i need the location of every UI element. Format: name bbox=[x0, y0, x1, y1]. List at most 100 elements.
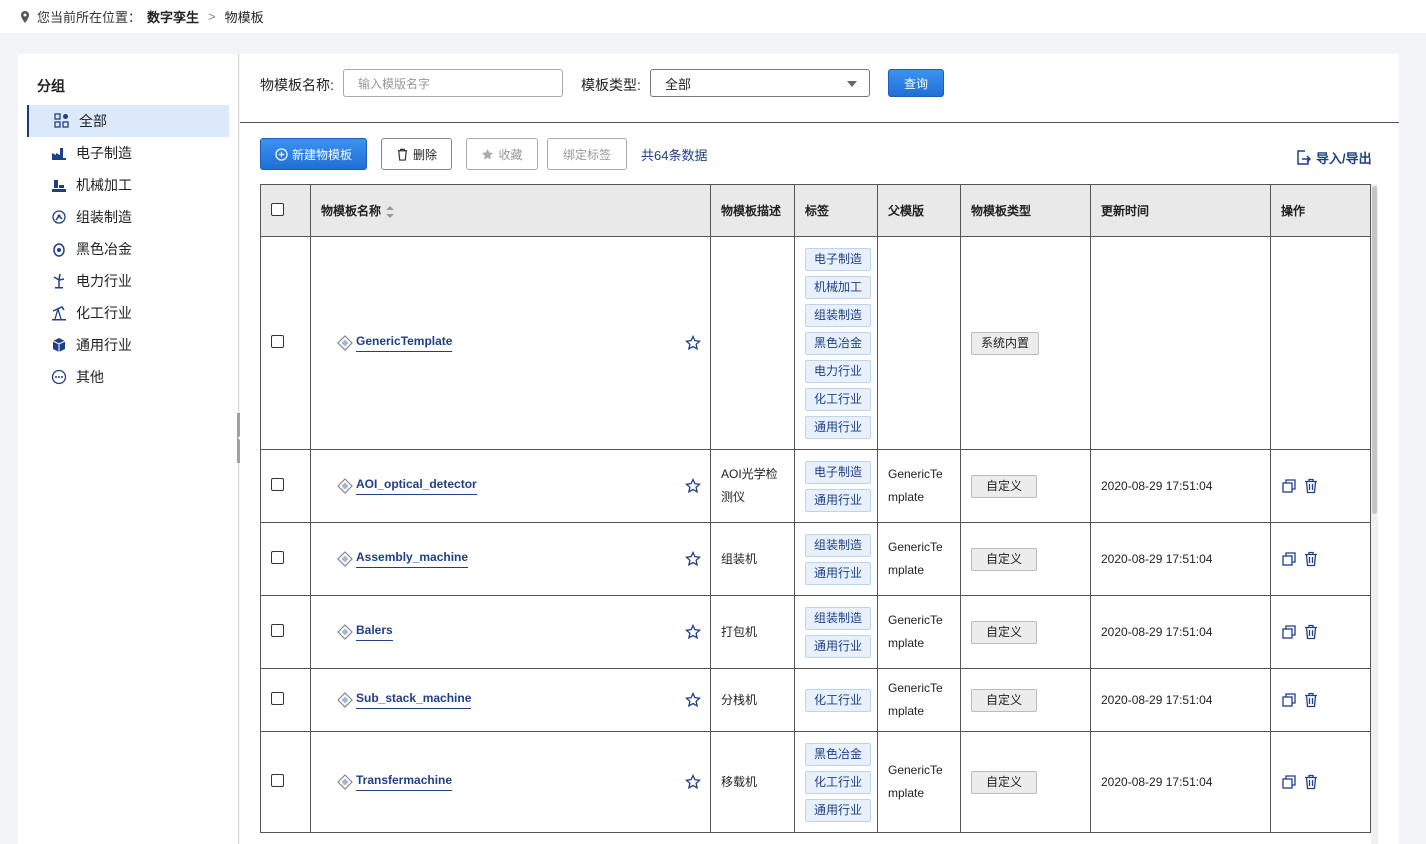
sidebar-title: 分组 bbox=[37, 78, 65, 94]
select-all-checkbox[interactable] bbox=[271, 202, 284, 216]
template-name-link[interactable]: Transfermachine bbox=[356, 773, 453, 791]
table-scrollbar[interactable] bbox=[1371, 184, 1378, 844]
copy-icon[interactable] bbox=[1281, 774, 1297, 790]
table-row[interactable]: AOI_optical_detector AOI光学检 测仪 电子制造 通用行业 G… bbox=[260, 449, 1371, 523]
type-badge: 系统内置 bbox=[971, 331, 1040, 355]
sidebar-item-label: 化工行业 bbox=[76, 305, 132, 321]
template-name-input[interactable]: 输入模版名字 bbox=[343, 69, 563, 97]
desc-cell bbox=[710, 236, 795, 450]
row-checkbox-cell bbox=[260, 522, 311, 596]
chevron-right-icon: > bbox=[208, 9, 216, 24]
tag-chip: 通用行业 bbox=[805, 415, 871, 439]
template-name-link[interactable]: Balers bbox=[356, 623, 393, 641]
star-filled-icon bbox=[482, 148, 494, 159]
new-template-button[interactable]: 新建物模板 bbox=[260, 138, 367, 170]
tag-chip: 化工行业 bbox=[805, 770, 871, 794]
desc-cell: 组装机 bbox=[710, 522, 795, 596]
time-cell: 2020-08-29 17:51:04 bbox=[1090, 522, 1271, 596]
sidebar-item-all[interactable]: 全部 bbox=[27, 105, 229, 137]
sidebar-item-metallurgy[interactable]: 黑色冶金 bbox=[18, 233, 239, 265]
row-checkbox[interactable] bbox=[271, 692, 284, 705]
sidebar-item-machining[interactable]: 机械加工 bbox=[18, 169, 239, 201]
sidebar-item-power[interactable]: 电力行业 bbox=[18, 265, 239, 297]
star-outline-icon[interactable] bbox=[685, 551, 701, 567]
type-cell: 自定义 bbox=[960, 522, 1091, 596]
star-outline-icon[interactable] bbox=[685, 692, 701, 708]
col-actions-header: 操作 bbox=[1270, 184, 1371, 237]
template-diamond-icon bbox=[337, 774, 353, 790]
template-name-link[interactable]: Sub_stack_machine bbox=[356, 691, 472, 709]
breadcrumb-current: 物模板 bbox=[224, 10, 264, 25]
delete-label: 删除 bbox=[412, 147, 437, 162]
tag-chip: 通用行业 bbox=[805, 488, 871, 512]
copy-icon[interactable] bbox=[1281, 551, 1297, 567]
factory-icon bbox=[52, 148, 66, 160]
sidebar-item-assembly[interactable]: 组装制造 bbox=[18, 201, 239, 233]
star-outline-icon[interactable] bbox=[685, 624, 701, 640]
oil-pump-icon bbox=[52, 306, 66, 321]
table-row[interactable]: GenericTemplate 电子制造 机械加工 组装制造 黑色冶金 电力行业 化工行业… bbox=[260, 236, 1371, 450]
table-row[interactable]: Balers 打包机 组装制造 通用行业 GenericTe mplate 自定义 … bbox=[260, 595, 1371, 669]
sidebar-item-other[interactable]: 其他 bbox=[18, 361, 239, 393]
template-name-link[interactable]: Assembly_machine bbox=[356, 550, 469, 568]
table-row[interactable]: Transfermachine 移载机 黑色冶金 化工行业 通用行业 Generic… bbox=[260, 731, 1371, 833]
breadcrumb-prefix: 您当前所在位置： bbox=[37, 10, 142, 25]
trash-icon[interactable] bbox=[1303, 774, 1319, 790]
delete-button[interactable]: 删除 bbox=[381, 138, 452, 170]
col-name-header[interactable]: 物模板名称 bbox=[310, 184, 711, 237]
sidebar-item-electronics[interactable]: 电子制造 bbox=[18, 137, 239, 169]
trash-icon[interactable] bbox=[1303, 478, 1319, 494]
bind-tag-button[interactable]: 绑定标签 bbox=[547, 138, 627, 170]
star-outline-icon[interactable] bbox=[685, 774, 701, 790]
sort-icon[interactable] bbox=[386, 205, 395, 218]
favorite-button[interactable]: 收藏 bbox=[466, 138, 538, 170]
desc-cell: 打包机 bbox=[710, 595, 795, 669]
copy-icon[interactable] bbox=[1281, 478, 1297, 494]
row-checkbox[interactable] bbox=[271, 774, 284, 787]
table-row[interactable]: Assembly_machine 组装机 组装制造 通用行业 GenericTe m… bbox=[260, 522, 1371, 596]
trash-icon[interactable] bbox=[1303, 551, 1319, 567]
scrollbar-thumb[interactable] bbox=[1372, 186, 1377, 514]
template-type-select[interactable]: 全部 bbox=[650, 69, 870, 97]
import-export-icon bbox=[1297, 150, 1311, 165]
template-diamond-icon bbox=[337, 335, 353, 351]
row-checkbox[interactable] bbox=[271, 551, 284, 564]
tag-chip: 通用行业 bbox=[805, 634, 871, 658]
tags-cell: 电子制造 机械加工 组装制造 黑色冶金 电力行业 化工行业 通用行业 bbox=[794, 236, 878, 450]
star-outline-icon[interactable] bbox=[685, 335, 701, 351]
template-name-link[interactable]: GenericTemplate bbox=[356, 334, 453, 352]
sidebar-item-chemical[interactable]: 化工行业 bbox=[18, 297, 239, 329]
trash-icon[interactable] bbox=[1303, 692, 1319, 708]
type-badge: 自定义 bbox=[971, 547, 1037, 571]
sidebar-item-label: 黑色冶金 bbox=[76, 241, 132, 257]
tag-chip: 化工行业 bbox=[805, 387, 871, 411]
favorite-label: 收藏 bbox=[498, 147, 523, 162]
template-name-link[interactable]: AOI_optical_detector bbox=[356, 477, 477, 495]
copy-icon[interactable] bbox=[1281, 624, 1297, 640]
parent-cell: GenericTe mplate bbox=[877, 595, 961, 669]
import-export-button[interactable]: 导入/导出 bbox=[1296, 148, 1372, 167]
trash-icon[interactable] bbox=[1303, 624, 1319, 640]
col-parent-header: 父模版 bbox=[877, 184, 961, 237]
row-checkbox[interactable] bbox=[271, 624, 284, 637]
star-outline-icon[interactable] bbox=[685, 478, 701, 494]
sidebar-item-general[interactable]: 通用行业 bbox=[18, 329, 239, 361]
parent-template: GenericTe mplate bbox=[888, 467, 943, 504]
breadcrumb-digital-twin[interactable]: 数字孪生 bbox=[147, 7, 199, 26]
tag-chip: 黑色冶金 bbox=[805, 331, 871, 355]
copy-icon[interactable] bbox=[1281, 692, 1297, 708]
row-checkbox[interactable] bbox=[271, 478, 284, 491]
template-type-value: 全部 bbox=[665, 76, 692, 92]
name-cell: Assembly_machine bbox=[310, 522, 711, 596]
row-checkbox[interactable] bbox=[271, 335, 284, 348]
template-diamond-icon bbox=[337, 478, 353, 494]
sidebar-item-label: 机械加工 bbox=[76, 177, 132, 193]
trash-icon bbox=[397, 148, 408, 161]
query-button[interactable]: 查询 bbox=[888, 69, 944, 97]
tag-chip: 电力行业 bbox=[805, 359, 871, 383]
col-time-header: 更新时间 bbox=[1090, 184, 1271, 237]
table-row[interactable]: Sub_stack_machine 分栈机 化工行业 GenericTe mpla… bbox=[260, 668, 1371, 732]
actions-cell bbox=[1270, 595, 1371, 669]
actions-cell bbox=[1270, 236, 1371, 450]
chevron-down-icon bbox=[847, 81, 857, 87]
